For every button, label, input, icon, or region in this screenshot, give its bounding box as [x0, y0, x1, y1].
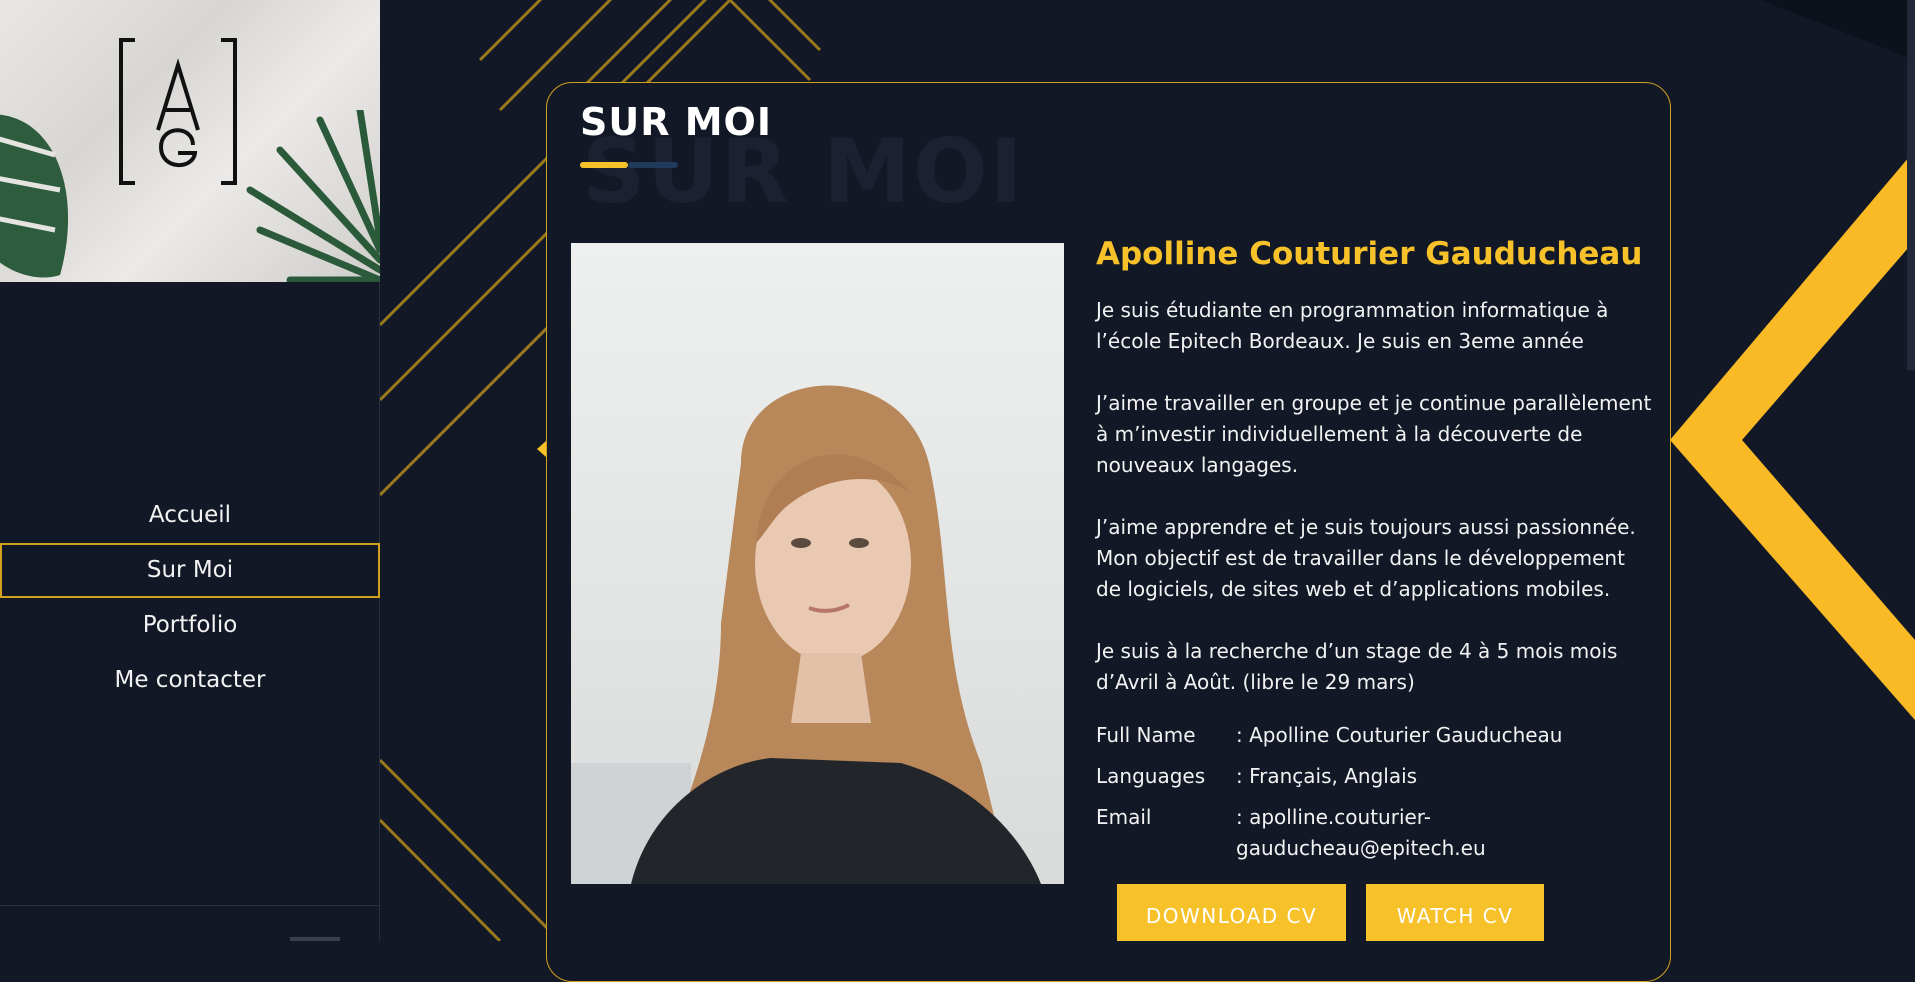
monstera-leaf-icon [0, 114, 68, 278]
section-title: SUR MOI [580, 100, 772, 144]
portrait-illustration [571, 385, 1041, 884]
title-underline-accent [580, 162, 628, 168]
nav-item-accueil[interactable]: Accueil [0, 488, 380, 543]
ag-monogram-logo [119, 38, 237, 185]
download-cv-button[interactable]: DOWNLOAD CV [1117, 884, 1346, 941]
palm-leaf-icon [246, 110, 380, 282]
main-navigation: Accueil Sur Moi Portfolio Me contacter [0, 488, 380, 708]
watch-cv-button[interactable]: WATCH CV [1366, 884, 1544, 941]
profile-name: Apolline Couturier Gauducheau [1096, 236, 1643, 272]
info-row-languages: Languages : Français, Anglais [1096, 761, 1656, 792]
title-underline-secondary [628, 162, 678, 168]
profile-photo [571, 243, 1064, 884]
profile-bio: Je suis étudiante en programmation infor… [1096, 295, 1656, 729]
email-link[interactable]: : apolline.couturier-gauducheau@epitech.… [1236, 802, 1486, 864]
info-value: : Français, Anglais [1236, 764, 1418, 788]
sidebar-divider [0, 905, 380, 906]
bio-paragraph: Je suis étudiante en programmation infor… [1096, 298, 1609, 353]
bio-paragraph: J’aime apprendre et je suis toujours aus… [1096, 515, 1636, 601]
logo-banner[interactable] [0, 0, 380, 282]
bio-paragraph: Je suis à la recherche d’un stage de 4 à… [1096, 639, 1618, 694]
sidebar-scroll-handle[interactable] [290, 937, 340, 941]
bio-paragraph: J’aime travailler en groupe et je contin… [1096, 391, 1652, 477]
info-label: Languages [1096, 764, 1206, 788]
card-arrow-icon [537, 441, 546, 457]
info-label: Email [1096, 805, 1152, 829]
sidebar: Accueil Sur Moi Portfolio Me contacter [0, 0, 380, 941]
nav-item-me-contacter[interactable]: Me contacter [0, 653, 380, 708]
nav-item-portfolio[interactable]: Portfolio [0, 598, 380, 653]
info-label: Full Name [1096, 723, 1196, 747]
info-row-full-name: Full Name : Apolline Couturier Gauduchea… [1096, 720, 1656, 751]
info-row-email: Email : apolline.couturier-gauducheau@ep… [1096, 802, 1656, 864]
profile-info-list: Full Name : Apolline Couturier Gauduchea… [1096, 720, 1656, 874]
info-value: : Apolline Couturier Gauducheau [1236, 723, 1563, 747]
nav-item-sur-moi[interactable]: Sur Moi [0, 543, 380, 598]
